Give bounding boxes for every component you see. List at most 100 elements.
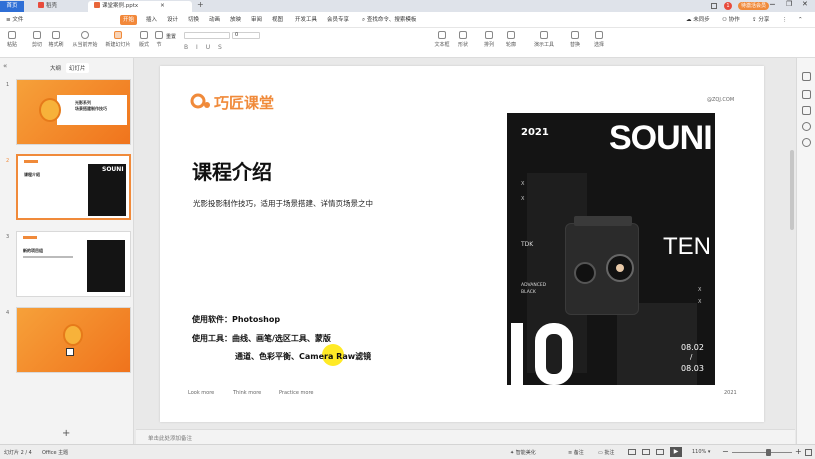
more-icon[interactable]: ⋮ (782, 15, 788, 25)
textbox-button[interactable]: 文本框 (432, 31, 452, 48)
slide-thumbnail-1[interactable]: 光影系列 场景搭建制作技巧 (16, 79, 131, 145)
notes-toggle-button[interactable]: ≡ 备注 (568, 449, 584, 456)
poster-black: BLACK (521, 290, 536, 295)
new-tab-button[interactable]: + (197, 0, 204, 9)
zoom-out-button[interactable]: − (722, 447, 729, 456)
tab-slides[interactable]: 幻灯片 (66, 63, 89, 73)
presentation-icon (540, 31, 548, 39)
play-slideshow-button[interactable]: ▶ (670, 447, 682, 457)
close-icon[interactable]: ✕ (160, 3, 165, 9)
sorter-view-icon[interactable] (642, 449, 650, 455)
menu-member[interactable]: 会员专享 (327, 15, 349, 25)
menu-developer[interactable]: 开发工具 (295, 15, 317, 25)
link-look-more: Look more (188, 390, 215, 396)
paragraph-controls[interactable] (330, 32, 390, 39)
close-window-icon[interactable]: ✕ (802, 0, 808, 8)
software-value: Photoshop (232, 315, 281, 324)
shape-button[interactable]: 形状 (456, 31, 470, 48)
reset-button[interactable]: 重置 (166, 33, 176, 40)
tab-draft[interactable]: 稻壳 (32, 1, 84, 12)
menu-animation[interactable]: 动画 (209, 15, 220, 25)
font-format-row[interactable]: B I U S (184, 44, 225, 51)
smart-beautify-button[interactable]: ✦ 智能美化 (510, 449, 536, 456)
layout-button[interactable]: 版式 (136, 31, 152, 48)
add-slide-button[interactable]: + (62, 428, 70, 439)
logo-text: 巧匠课堂 (214, 94, 275, 112)
transition-icon[interactable] (802, 106, 811, 115)
collaborate-button[interactable]: ⚇ 协作 (722, 15, 740, 25)
notes-pane[interactable]: 单击此处添加备注 (136, 429, 795, 444)
format-painter-button[interactable]: 格式刷 (46, 31, 66, 48)
slide-thumbnail-3[interactable]: 新的项目组 (16, 231, 131, 297)
thumb2-logo (24, 160, 38, 163)
slide-thumbnail-4[interactable] (16, 307, 131, 373)
tab-outline[interactable]: 大纲 (50, 64, 61, 72)
sync-status[interactable]: ☁ 未同步 (686, 15, 710, 25)
paste-button[interactable]: 粘贴 (4, 31, 20, 48)
theme-name: Office 主题 (42, 450, 69, 456)
slide-title[interactable]: 课程介绍 (192, 156, 272, 185)
collapse-ribbon-icon[interactable]: ⌃ (798, 15, 803, 25)
arrange-button[interactable]: 排列 (482, 31, 496, 48)
minimize-icon[interactable]: ─ (770, 0, 775, 9)
scissors-icon (33, 31, 41, 39)
comment-button[interactable]: ▭ 批注 (598, 449, 614, 456)
notification-badge[interactable]: 1 (724, 2, 732, 10)
property-icon[interactable] (802, 72, 811, 81)
presentation-tools-button[interactable]: 演示工具 (532, 31, 556, 48)
current-slide[interactable]: 巧匠课堂 @ZQJ.COM 课程介绍 光影投影制作技巧，适用于场景搭建、详情页场… (160, 66, 764, 422)
menu-review[interactable]: 审阅 (251, 15, 262, 25)
menu-design[interactable]: 设计 (167, 15, 178, 25)
slide-subtitle[interactable]: 光影投影制作技巧，适用于场景搭建、详情页场景之中 (193, 198, 373, 209)
poster-x-4: X (698, 299, 702, 305)
menu-insert[interactable]: 插入 (146, 15, 157, 25)
slide-thumbnail-2[interactable]: 课程介绍 SOUNI (16, 154, 131, 220)
logo-mark (190, 93, 212, 109)
reading-view-icon[interactable] (656, 449, 664, 455)
notes-placeholder[interactable]: 单击此处添加备注 (148, 434, 192, 442)
menu-start[interactable]: 开始 (120, 15, 138, 25)
font-size-select[interactable]: 0 (232, 32, 260, 39)
tab-home[interactable]: 首页 (0, 1, 24, 12)
tools-line-2[interactable]: 通道、色彩平衡、Camera Raw滤镜 (235, 351, 371, 362)
menu-file[interactable]: ≡ 文件 (6, 15, 23, 25)
settings-icon[interactable] (802, 138, 811, 147)
fit-window-icon[interactable] (805, 449, 812, 456)
normal-view-icon[interactable] (628, 449, 636, 455)
new-slide-button[interactable]: 新建幻灯片 (104, 31, 132, 48)
section-button[interactable]: 节 (154, 31, 164, 48)
format-painter-label: 格式刷 (48, 42, 64, 48)
grid-icon[interactable] (711, 3, 717, 9)
website-text: @ZQJ.COM (707, 97, 735, 103)
tools-line[interactable]: 使用工具：曲线、画笔/选区工具、蒙版 (192, 333, 331, 344)
vertical-scrollbar[interactable] (790, 150, 794, 230)
play-from-current-button[interactable]: 从当前开始 (72, 31, 98, 48)
search-command[interactable]: ⌕ 查找命令、搜索模板 (362, 15, 416, 25)
cut-button[interactable]: 剪切 (28, 31, 46, 48)
mascot-icon (39, 98, 61, 122)
share-button[interactable]: ⇪ 分享 (752, 15, 769, 25)
thumb1-subtitle: 场景搭建制作技巧 (75, 106, 107, 111)
outline-button[interactable]: 轮廓 (504, 31, 518, 48)
restore-icon[interactable]: ❐ (786, 0, 792, 8)
tab-document[interactable]: 课堂案例.pptx ✕ (88, 1, 192, 12)
shape-label: 形状 (457, 42, 468, 48)
zoom-slider-thumb[interactable] (766, 449, 771, 456)
poster-image[interactable]: 2021 SOUNI X X TDK TEN ADVANCED BLACK X … (507, 113, 715, 385)
help-icon[interactable] (802, 122, 811, 131)
zoom-in-button[interactable]: + (795, 447, 802, 456)
user-button[interactable]: 待激活会员 (738, 2, 770, 10)
zoom-dropdown[interactable]: 110% ▾ (692, 449, 710, 455)
thumb2-poster-text: SOUNI (102, 166, 124, 173)
badge-count: 1 (726, 3, 730, 9)
replace-button[interactable]: 替换 (568, 31, 582, 48)
software-line[interactable]: 使用软件：Photoshop (192, 314, 280, 325)
select-button[interactable]: 选择 (592, 31, 606, 48)
zoom-slider[interactable] (732, 452, 792, 453)
animation-icon[interactable] (802, 90, 811, 99)
menu-transition[interactable]: 切换 (188, 15, 199, 25)
menu-slideshow[interactable]: 放映 (230, 15, 241, 25)
font-name-select[interactable] (184, 32, 230, 39)
menu-view[interactable]: 视图 (272, 15, 283, 25)
collapse-panel-icon[interactable]: « (3, 62, 7, 70)
